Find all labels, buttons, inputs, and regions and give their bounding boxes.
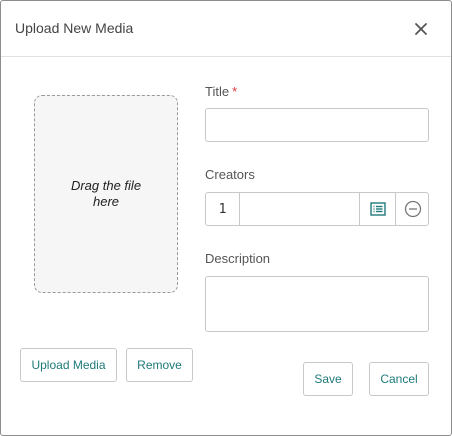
close-button[interactable] — [409, 17, 433, 41]
description-input[interactable] — [205, 276, 429, 332]
minus-circle-icon — [404, 200, 421, 218]
creators-label: Creators — [205, 167, 255, 182]
creator-input[interactable] — [240, 193, 360, 225]
title-label: Title * — [205, 84, 237, 99]
title-input[interactable] — [205, 108, 429, 142]
upload-media-dialog: Upload New Media Drag the file here Titl… — [0, 0, 452, 436]
title-label-text: Title — [205, 84, 230, 99]
file-dropzone[interactable]: Drag the file here — [34, 95, 178, 293]
creators-row: 1 — [205, 192, 429, 226]
dialog-title: Upload New Media — [15, 20, 134, 36]
dropzone-text: Drag the file here — [70, 178, 142, 209]
save-button[interactable]: Save — [303, 362, 353, 396]
close-icon — [415, 23, 427, 35]
dialog-header: Upload New Media — [1, 1, 451, 57]
upload-media-button[interactable]: Upload Media — [20, 348, 117, 382]
creator-list-button[interactable] — [359, 193, 395, 225]
remove-button[interactable]: Remove — [126, 348, 193, 382]
required-marker: * — [232, 84, 238, 99]
creator-index: 1 — [206, 193, 240, 225]
creator-remove-button[interactable] — [395, 193, 429, 225]
list-icon — [369, 202, 386, 216]
cancel-button[interactable]: Cancel — [369, 362, 429, 396]
description-label: Description — [205, 251, 271, 266]
